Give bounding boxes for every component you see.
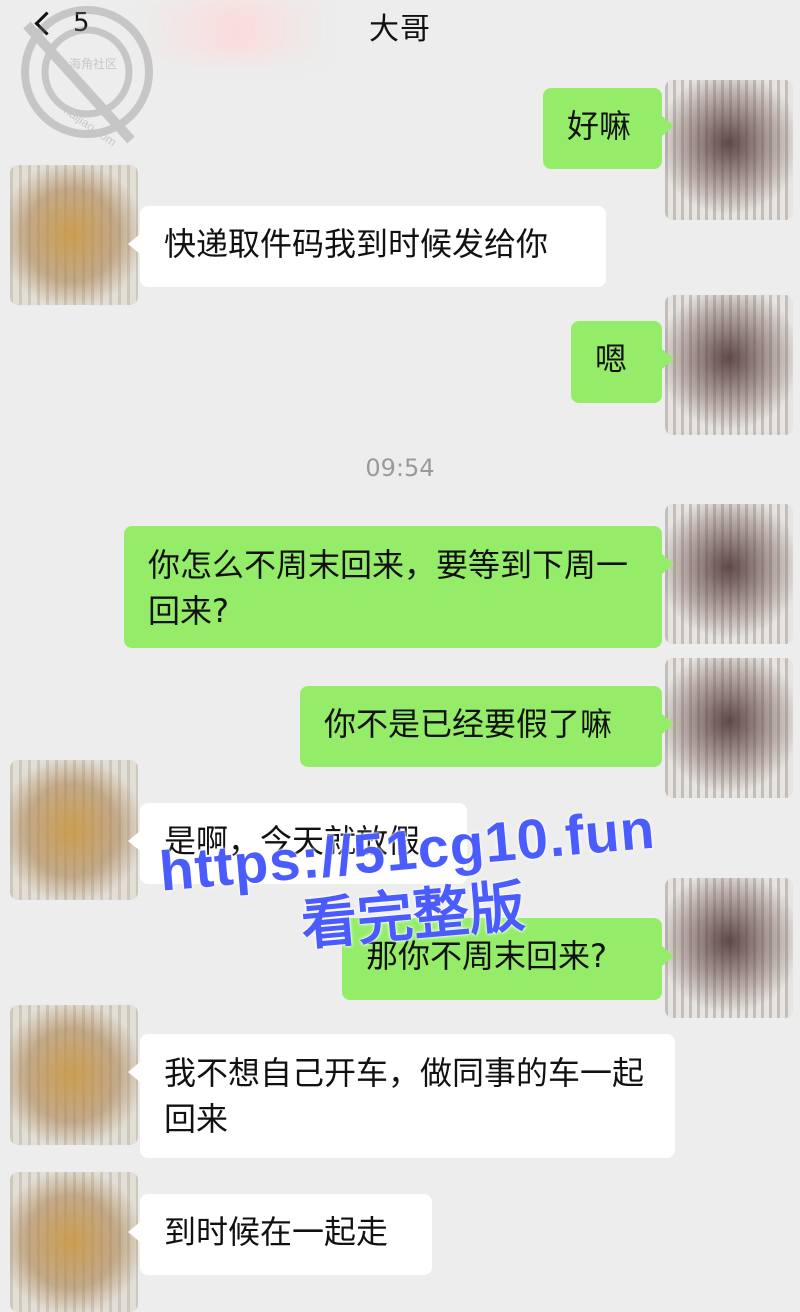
message-text-m1: 好嘛: [567, 107, 632, 145]
message-text-m6: 是啊，今天就放假: [164, 822, 421, 860]
message-bubble-m7[interactable]: 那你不周末回来?: [342, 918, 674, 1000]
my-avatar[interactable]: [665, 80, 793, 220]
watermark-line2: haijiao.com: [61, 103, 119, 149]
message-text-m2: 快递取件码我到时候发给你: [164, 225, 549, 263]
chat-header: 5 大哥: [0, 0, 800, 62]
message-text-m5: 你不是已经要假了嘛: [324, 705, 613, 743]
message-bubble-m6[interactable]: 是啊，今天就放假: [128, 803, 467, 884]
message-bubble-m4[interactable]: 你怎么不周末回来，要等到下周一回来?: [124, 526, 674, 648]
time-divider: 09:54: [365, 454, 435, 482]
my-avatar[interactable]: [665, 878, 793, 1018]
my-avatar[interactable]: [665, 295, 793, 435]
message-text-m4: 你怎么不周末回来，要等到下周一回来?: [148, 546, 629, 630]
my-avatar[interactable]: [665, 658, 793, 798]
message-text-m3: 嗯: [595, 340, 628, 378]
contact-avatar[interactable]: [10, 165, 138, 305]
message-bubble-m2[interactable]: 快递取件码我到时候发给你: [128, 206, 606, 287]
message-bubble-m3[interactable]: 嗯: [571, 321, 674, 403]
message-bubble-m8[interactable]: 我不想自己开车，做同事的车一起回来: [128, 1034, 675, 1158]
message-text-m8: 我不想自己开车，做同事的车一起回来: [164, 1054, 645, 1138]
message-bubble-m5[interactable]: 你不是已经要假了嘛: [300, 686, 674, 767]
message-text-m7: 那你不周末回来?: [366, 937, 607, 975]
contact-avatar[interactable]: [10, 1172, 138, 1312]
contact-avatar[interactable]: [10, 1005, 138, 1145]
message-bubble-m1[interactable]: 好嘛: [543, 88, 674, 169]
message-text-m9: 到时候在一起走: [164, 1213, 389, 1251]
contact-avatar[interactable]: [10, 760, 138, 900]
my-avatar[interactable]: [665, 504, 793, 644]
chat-title: 大哥: [369, 12, 431, 47]
message-bubble-m9[interactable]: 到时候在一起走: [128, 1194, 432, 1275]
